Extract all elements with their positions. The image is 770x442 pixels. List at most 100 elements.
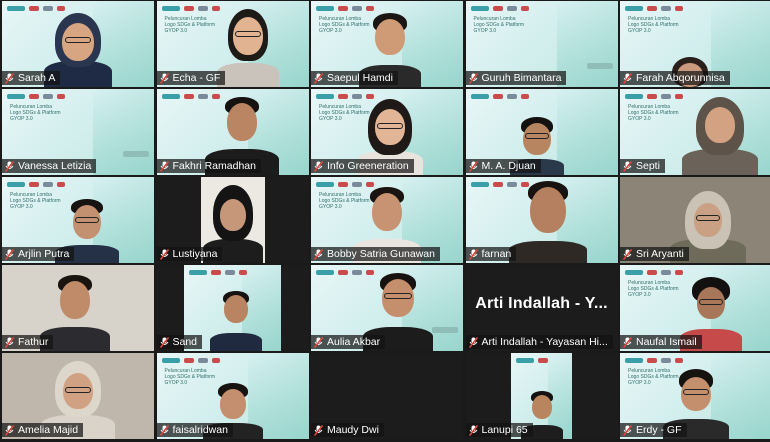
participant-name: Bobby Satria Gunawan (327, 248, 435, 260)
muted-mic-icon (623, 248, 632, 260)
muted-mic-icon (314, 248, 323, 260)
slide-title-text: Peluncuran Lomba Logo SDGs & Platform GY… (10, 104, 61, 122)
video-tile[interactable]: Peluncuran Lomba Logo SDGs & Platform GY… (311, 177, 463, 263)
participant-name: farnan (481, 248, 512, 260)
muted-mic-icon (5, 424, 14, 436)
muted-mic-icon (468, 160, 478, 172)
muted-mic-icon (468, 72, 478, 84)
video-tile[interactable]: Peluncuran Lomba Logo SDGs & Platform GY… (311, 1, 463, 87)
participant-name: Saepul Hamdi (327, 72, 393, 84)
gallery-view-grid: Sarah A Peluncuran Lomba Logo SDGs & Pla… (0, 0, 770, 442)
video-tile[interactable]: Fathur (2, 265, 154, 351)
participant-name-label: faisalridwan (156, 423, 233, 437)
no-video-name: Arti Indallah - Y... (475, 295, 608, 312)
video-tile[interactable]: Peluncuran Lomba Logo SDGs & Platform GY… (620, 353, 770, 439)
video-tile[interactable]: Peluncuran Lomba Logo SDGs & Platform GY… (465, 1, 618, 87)
participant-name: Sand (172, 336, 198, 348)
participant-name: M. A. Djuan (481, 160, 536, 172)
participant-name: Naufal Ismail (636, 336, 697, 348)
participant-name-label: Aulia Akbar (311, 335, 386, 349)
muted-mic-icon (468, 424, 478, 436)
muted-mic-icon (5, 336, 14, 348)
slide-title-text: Peluncuran Lomba Logo SDGs & Platform GY… (164, 16, 216, 34)
muted-mic-icon (314, 72, 323, 84)
participant-name: Arjlin Putra (18, 248, 70, 260)
video-tile[interactable]: Peluncuran Lomba Logo SDGs & Platform GY… (620, 265, 770, 351)
video-tile[interactable]: Peluncuran Lomba Logo SDGs & Platform GY… (156, 353, 309, 439)
participant-name: Guruh Bimantara (481, 72, 562, 84)
video-tile[interactable]: Sri Aryanti (620, 177, 770, 263)
muted-mic-icon (159, 336, 169, 348)
video-tile[interactable]: Peluncuran Lomba Logo SDGs & Platform GY… (620, 1, 770, 87)
video-tile[interactable]: Peluncuran Lomba Logo SDGs & Platform GY… (620, 89, 770, 175)
participant-name: Info Greeneration (327, 160, 409, 172)
participant-name-label: Arjlin Putra (2, 247, 75, 261)
participant-name: Echa - GF (172, 72, 221, 84)
participant-name-label: Guruh Bimantara (465, 71, 567, 85)
participant-name-label: Sri Aryanti (620, 247, 689, 261)
video-tile[interactable]: Peluncuran Lomba Logo SDGs & Platform GY… (156, 1, 309, 87)
video-tile[interactable]: Arti Indallah - Y... Arti Indallah - Yay… (465, 265, 618, 351)
participant-video (208, 289, 264, 351)
participant-name-label: Arti Indallah - Yayasan Hi... (465, 335, 613, 349)
video-tile[interactable]: Maudy Dwi (311, 353, 463, 439)
muted-mic-icon (314, 160, 323, 172)
participant-video (508, 179, 588, 263)
video-tile[interactable]: Lustiyana (156, 177, 309, 263)
slide-title-text: Peluncuran Lomba Logo SDGs & Platform GY… (628, 104, 679, 122)
video-tile[interactable]: Peluncuran Lomba Logo SDGs & Platform GY… (2, 89, 154, 175)
participant-name: Aulia Akbar (327, 336, 381, 348)
video-tile[interactable]: Lanupi 65 (465, 353, 618, 439)
video-tile[interactable]: farnan (465, 177, 618, 263)
muted-mic-icon (159, 160, 169, 172)
muted-mic-icon (314, 336, 323, 348)
participant-name-label: Info Greeneration (311, 159, 414, 173)
muted-mic-icon (5, 248, 14, 260)
participant-name-label: Fathur (2, 335, 54, 349)
muted-mic-icon (623, 72, 632, 84)
participant-name-label: Farah Abqorunnisa (620, 71, 730, 85)
muted-mic-icon (159, 424, 169, 436)
video-tile[interactable]: Peluncuran Lomba Logo SDGs & Platform GY… (311, 89, 463, 175)
muted-mic-icon (623, 336, 632, 348)
participant-name: Septi (636, 160, 660, 172)
muted-mic-icon (468, 248, 478, 260)
participant-name: Maudy Dwi (327, 424, 379, 436)
slide-title-text: Peluncuran Lomba Logo SDGs & Platform GY… (628, 16, 679, 34)
participant-name: Erdy - GF (636, 424, 682, 436)
participant-name-label: Naufal Ismail (620, 335, 702, 349)
participant-name: Lanupi 65 (481, 424, 528, 436)
participant-name-label: Bobby Satria Gunawan (311, 247, 440, 261)
video-tile[interactable]: Amelia Majid (2, 353, 154, 439)
video-tile[interactable]: Aulia Akbar (311, 265, 463, 351)
muted-mic-icon (5, 160, 14, 172)
participant-name: Fakhri Ramadhan (172, 160, 256, 172)
participant-name-label: Fakhri Ramadhan (156, 159, 261, 173)
participant-name: Lustiyana (172, 248, 218, 260)
video-tile[interactable]: Sand (156, 265, 309, 351)
participant-name: Fathur (18, 336, 49, 348)
muted-mic-icon (5, 72, 14, 84)
video-tile[interactable]: Peluncuran Lomba Logo SDGs & Platform GY… (2, 177, 154, 263)
participant-name-label: Lanupi 65 (465, 423, 533, 437)
participant-name-label: Maudy Dwi (311, 423, 384, 437)
participant-name-label: Lustiyana (156, 247, 223, 261)
participant-name-label: Sand (156, 335, 203, 349)
video-tile[interactable]: M. A. Djuan (465, 89, 618, 175)
participant-name-label: Vanessa Letizia (2, 159, 97, 173)
participant-name-label: Echa - GF (156, 71, 226, 85)
participant-name-label: Amelia Majid (2, 423, 84, 437)
slide-title-text: Peluncuran Lomba Logo SDGs & Platform GY… (473, 16, 525, 34)
participant-video (680, 95, 760, 175)
muted-mic-icon (623, 424, 632, 436)
participant-name: Arti Indallah - Yayasan Hi... (481, 336, 608, 348)
muted-mic-icon (314, 424, 323, 436)
participant-name: Farah Abqorunnisa (636, 72, 725, 84)
participant-name-label: M. A. Djuan (465, 159, 541, 173)
video-tile[interactable]: Fakhri Ramadhan (156, 89, 309, 175)
muted-mic-icon (468, 336, 478, 348)
muted-mic-icon (159, 248, 169, 260)
participant-name-label: Sarah A (2, 71, 61, 85)
participant-name-label: Septi (620, 159, 665, 173)
video-tile[interactable]: Sarah A (2, 1, 154, 87)
